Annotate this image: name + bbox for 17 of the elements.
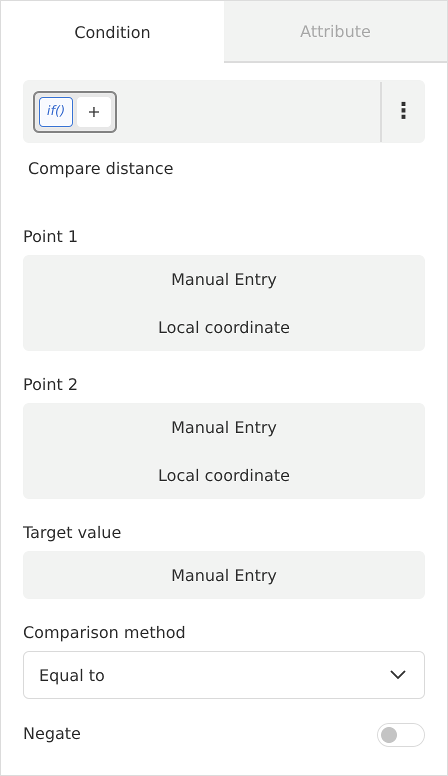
option-button[interactable]: Manual Entry: [23, 556, 425, 594]
chevron-down-icon: [390, 670, 406, 680]
more-menu-button[interactable]: ⋮: [380, 82, 425, 142]
field-label: Comparison method: [23, 623, 187, 644]
option-button[interactable]: Manual Entry: [23, 408, 425, 446]
dropdown[interactable]: Equal to: [23, 651, 425, 699]
option-button[interactable]: Manual Entry: [23, 260, 425, 298]
add-block-button[interactable]: +: [77, 96, 111, 126]
option-button[interactable]: Local coordinate: [23, 308, 425, 346]
toggle-switch[interactable]: [377, 723, 425, 747]
field-label: Point 2: [23, 375, 79, 396]
field-label: Point 1: [23, 227, 79, 248]
field-label: Negate: [23, 724, 81, 745]
condition-description: Compare distance: [28, 159, 174, 180]
option-button[interactable]: Local coordinate: [23, 456, 425, 494]
condition-block-button[interactable]: if(): [39, 96, 73, 126]
field-label: Target value: [23, 523, 122, 544]
